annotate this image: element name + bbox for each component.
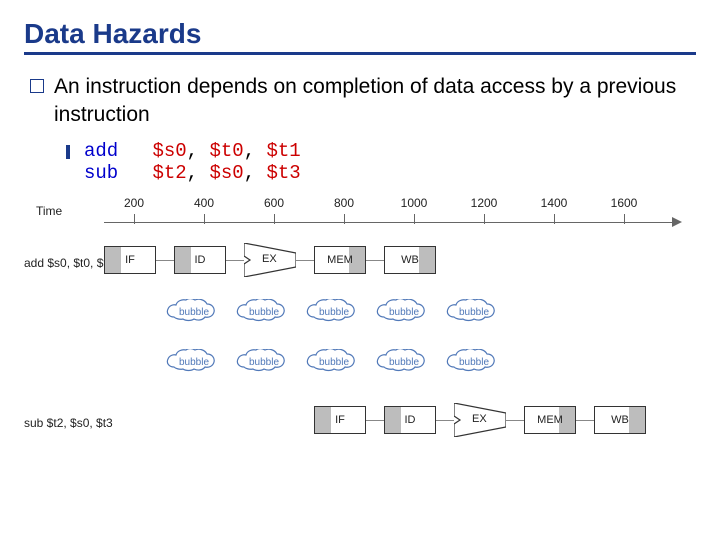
stage-ex-label: EX	[472, 413, 487, 425]
instr1-label: add $s0, $t0, $t1	[24, 256, 113, 270]
tick-label: 1200	[471, 196, 498, 210]
bubble-icon: bubble	[164, 349, 224, 381]
stage-mem: MEM	[314, 246, 366, 274]
bubble-icon: bubble	[304, 299, 364, 331]
tick-label: 600	[264, 196, 284, 210]
axis-arrow-icon	[672, 217, 682, 227]
square-bullet-icon	[30, 79, 44, 93]
tick	[554, 214, 555, 224]
code-sub-bullet: add $s0, $t0, $t1 sub $t2, $s0, $t3	[66, 140, 696, 184]
tick	[484, 214, 485, 224]
bubble-icon: bubble	[374, 349, 434, 381]
tick	[204, 214, 205, 224]
instr2-label: sub $t2, $s0, $t3	[24, 416, 113, 430]
stage-wb: WB	[594, 406, 646, 434]
bubble-icon: bubble	[234, 349, 294, 381]
main-bullet: An instruction depends on completion of …	[30, 73, 696, 130]
title-rule	[24, 52, 696, 55]
bubble-icon: bubble	[234, 299, 294, 331]
tick	[344, 214, 345, 224]
time-axis	[104, 222, 674, 223]
tick-label: 1600	[611, 196, 638, 210]
tick-label: 1400	[541, 196, 568, 210]
stage-id: ID	[174, 246, 226, 274]
tick-label: 400	[194, 196, 214, 210]
bubble-icon: bubble	[164, 299, 224, 331]
connector	[366, 420, 384, 421]
stage-if: IF	[314, 406, 366, 434]
bubble-icon: bubble	[304, 349, 364, 381]
connector	[226, 260, 244, 261]
slide-title: Data Hazards	[24, 18, 696, 50]
connector	[296, 260, 314, 261]
tick-label: 200	[124, 196, 144, 210]
bubble-icon: bubble	[444, 299, 504, 331]
tick	[624, 214, 625, 224]
stage-if: IF	[104, 246, 156, 274]
tick	[274, 214, 275, 224]
tick-label: 800	[334, 196, 354, 210]
stage-mem: MEM	[524, 406, 576, 434]
stage-ex-label: EX	[262, 253, 277, 265]
bullet-text: An instruction depends on completion of …	[54, 73, 696, 130]
connector	[576, 420, 594, 421]
stage-wb: WB	[384, 246, 436, 274]
code-block: add $s0, $t0, $t1 sub $t2, $s0, $t3	[84, 140, 301, 184]
connector	[366, 260, 384, 261]
connector	[436, 420, 454, 421]
bubble-icon: bubble	[374, 299, 434, 331]
tick-label: 1000	[401, 196, 428, 210]
bubble-icon: bubble	[444, 349, 504, 381]
time-label: Time	[36, 204, 62, 218]
bar-bullet-icon	[66, 145, 70, 159]
tick	[414, 214, 415, 224]
pipeline-diagram: Time 200 400 600 800 1000 1200 1400 1600…	[24, 204, 696, 504]
connector	[506, 420, 524, 421]
stage-id: ID	[384, 406, 436, 434]
tick	[134, 214, 135, 224]
connector	[156, 260, 174, 261]
